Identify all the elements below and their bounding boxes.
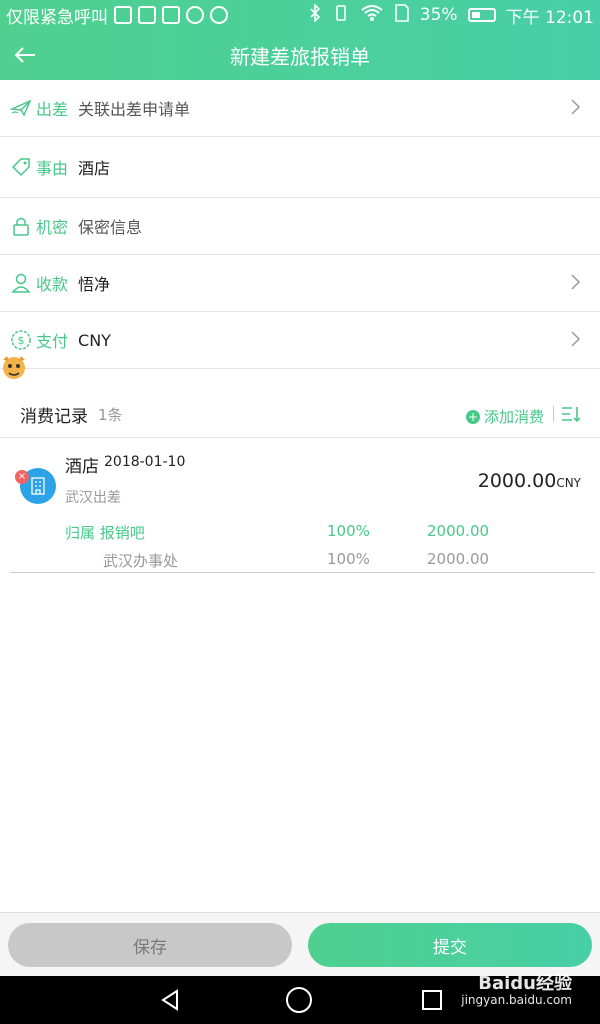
arrow-left-icon [14,47,35,63]
reason-label: 事由 [36,159,69,178]
payment-value: CNY [78,330,111,350]
form: 出差 关联出差申请单 事由 酒店 机密 保密信息 收款 悟净 $ 支付 CNY [0,80,600,369]
watermark-url: jingyan.baidu.com [461,993,572,1007]
status-right: 35% 下午 12:01 [308,2,594,28]
payment-row[interactable]: $ 支付 CNY [0,312,600,369]
allocation-amount: 2000.00 [427,550,490,568]
secret-row[interactable]: 机密 保密信息 [0,198,600,255]
plus-icon: + [465,409,480,424]
lock-icon [10,215,32,237]
page-title: 新建差旅报销单 [230,44,370,69]
trip-row[interactable]: 出差 关联出差申请单 [0,80,600,137]
payee-value: 悟净 [78,275,111,294]
svg-text:$: $ [18,334,25,347]
bluetooth-icon [308,2,322,27]
app-header: 新建差旅报销单 [0,30,600,80]
vibrate-icon [332,4,350,27]
chevron-right-icon [571,274,581,290]
battery-icon [467,8,496,22]
user-icon [10,272,32,294]
nav-recent-icon[interactable] [422,990,442,1010]
save-button[interactable]: 保存 [8,923,292,967]
chevron-right-icon [571,99,581,115]
carrier-text: 仅限紧急呼叫 [6,7,108,28]
nav-home-icon[interactable] [286,987,312,1013]
status-bar: 仅限紧急呼叫 35% 下午 12:01 [0,0,600,30]
trip-label: 出差 [36,100,69,119]
secret-value: 保密信息 [78,218,143,237]
system-nav-bar: Baidu经验 jingyan.baidu.com [0,973,600,1024]
reason-value: 酒店 [78,159,111,178]
reason-row[interactable]: 事由 酒店 [0,137,600,198]
clock: 下午 12:01 [505,7,594,28]
expense-amount: 2000.00CNY [478,470,581,492]
secret-label: 机密 [36,218,69,237]
mascot-icon[interactable] [0,352,28,384]
payee-label: 收款 [36,275,69,294]
expense-subtitle: 武汉出差 [65,490,121,506]
add-expense-button[interactable]: + 添加消费 [465,406,544,427]
battery-percent: 35% [419,5,458,25]
delete-icon[interactable]: × [15,470,29,484]
records-title: 消费记录 [20,407,88,427]
amount-currency: CNY [556,476,581,490]
add-expense-label: 添加消费 [483,408,544,426]
status-left: 仅限紧急呼叫 [6,3,308,28]
allocation-name: 归属 报销吧 [65,524,145,542]
allocation-percent: 100% [327,550,370,568]
expense-item[interactable]: × 酒店 2018-01-10 武汉出差 2000.00CNY 归属 报销吧 1… [10,440,595,573]
trip-value: 关联出差申请单 [78,100,191,119]
wifi-icon [360,4,384,27]
payment-label: 支付 [36,332,69,351]
watermark-brand: Baidu经验 [478,973,572,994]
expense-title: 酒店 [65,457,99,477]
airplane-icon [10,97,32,119]
tag-icon [10,156,32,178]
watermark: Baidu经验 jingyan.baidu.com [461,973,572,1008]
payee-row[interactable]: 收款 悟净 [0,255,600,312]
footer: 保存 提交 [0,912,600,976]
app-icon [162,6,180,24]
nav-back-icon[interactable] [158,988,182,1012]
expense-date: 2018-01-10 [104,454,186,470]
image-icon [138,6,156,24]
chevron-right-icon [571,331,581,347]
dollar-icon: $ [10,329,32,351]
allocation-amount: 2000.00 [427,522,490,540]
allocation-name: 武汉办事处 [103,552,179,570]
records-header: 消费记录 1条 + 添加消费 [0,392,600,438]
amount-value: 2000.00 [477,470,557,492]
submit-button[interactable]: 提交 [308,923,592,967]
sim-icon [394,3,410,27]
divider [553,406,554,422]
back-button[interactable] [10,40,40,70]
warning-icon [114,6,132,24]
moon-icon [186,6,204,24]
face-icon [210,6,228,24]
sort-icon[interactable] [560,404,582,424]
records-count: 1条 [98,406,123,424]
allocation-percent: 100% [327,522,370,540]
